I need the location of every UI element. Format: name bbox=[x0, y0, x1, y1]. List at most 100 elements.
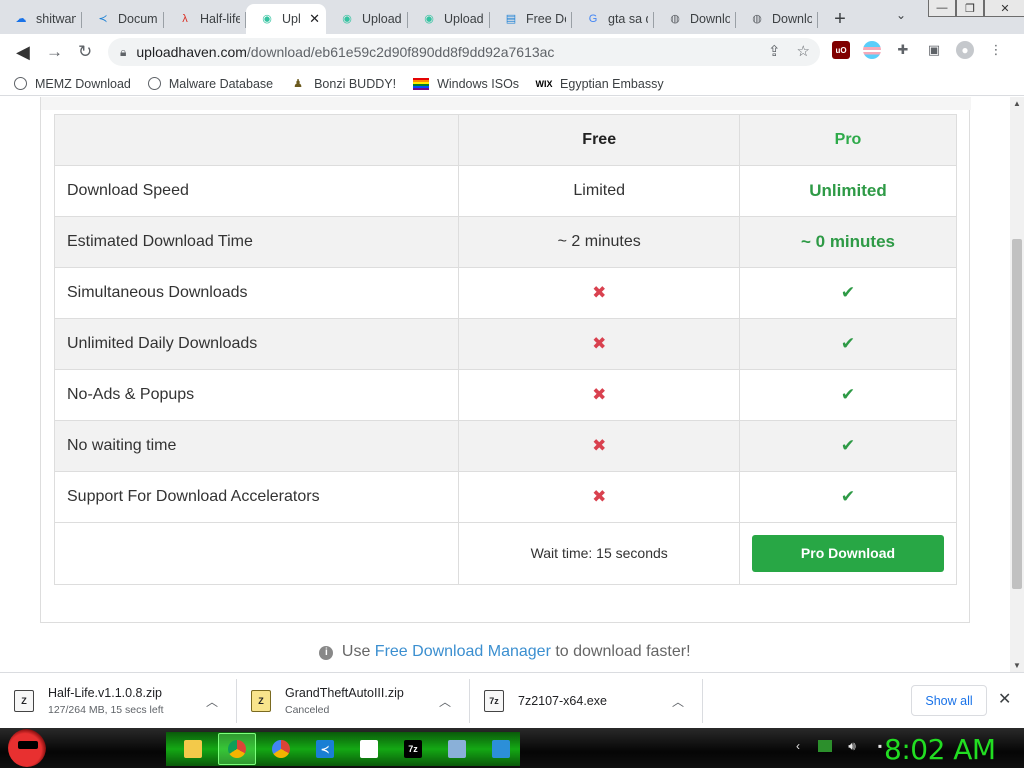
browser-tab[interactable]: ◉ Upload bbox=[326, 4, 408, 34]
volume-icon[interactable]: 🔊︎ bbox=[844, 738, 860, 754]
new-tab-button[interactable]: + bbox=[824, 4, 856, 34]
feature-name: No-Ads & Popups bbox=[53, 369, 460, 421]
trans-flag-extension-icon[interactable] bbox=[863, 41, 881, 59]
free-cell: ✖ bbox=[458, 471, 740, 523]
table-row: No waiting time ✖ ✔ bbox=[53, 420, 958, 472]
browser-tab[interactable]: Ggta sa d bbox=[572, 4, 654, 34]
reload-icon[interactable]: ↻ bbox=[78, 42, 92, 62]
chevron-up-icon[interactable]: ︿ bbox=[439, 693, 451, 710]
remote-desktop-icon[interactable] bbox=[482, 733, 520, 765]
page-scrollbar[interactable]: ▲ ▼ bbox=[1010, 97, 1024, 672]
minimize-button[interactable]: — bbox=[928, 0, 956, 17]
start-button-angry-bird-icon[interactable] bbox=[8, 729, 46, 767]
pro-cell: ✔ bbox=[738, 267, 958, 319]
browser-tab[interactable]: ◉ Upload bbox=[408, 4, 490, 34]
feature-name: Download Speed bbox=[53, 165, 460, 217]
rainbow-flag-icon bbox=[413, 77, 430, 90]
zip-file-icon: Z bbox=[14, 690, 34, 712]
free-cell: ✖ bbox=[458, 267, 740, 319]
bookmark-label: Egyptian Embassy bbox=[560, 76, 664, 91]
free-value: ~ 2 minutes bbox=[557, 233, 641, 250]
check-icon: ✔ bbox=[840, 283, 856, 302]
pro-value: ~ 0 minutes bbox=[800, 232, 895, 251]
tab-title: Downlo bbox=[772, 12, 812, 26]
cross-icon: ✖ bbox=[592, 283, 607, 302]
battery-icon[interactable] bbox=[818, 740, 832, 752]
extensions-area: uO ✚ ▣ ● ⋮ bbox=[832, 41, 1005, 59]
close-download-shelf-icon[interactable]: ✕ bbox=[998, 689, 1011, 709]
bookmarks-bar: MEMZ Download Malware Database ♟ Bonzi BUDD… bbox=[0, 72, 1024, 96]
lock-icon[interactable]: 🔒︎ bbox=[120, 45, 126, 60]
network-icon[interactable] bbox=[438, 733, 476, 765]
bookmark-item[interactable]: ♟ Bonzi BUDDY! bbox=[290, 76, 396, 92]
chevron-up-icon[interactable]: ︿ bbox=[206, 693, 218, 710]
cloud-upload-icon: ☁ bbox=[15, 12, 27, 25]
browser-tab[interactable]: ≺ Docum bbox=[82, 4, 164, 34]
tab-title: Downlo bbox=[690, 12, 730, 26]
show-all-button[interactable]: Show all bbox=[911, 685, 987, 716]
download-item[interactable]: Z GrandTheftAutoIII.zip Canceled ︿ bbox=[237, 679, 470, 723]
half-life-icon: λ bbox=[182, 12, 188, 25]
chevron-up-icon[interactable]: ︿ bbox=[672, 693, 684, 710]
pro-cell: ✔ bbox=[738, 369, 958, 421]
7zip-icon[interactable]: 7z bbox=[394, 733, 432, 765]
scroll-up-arrow-icon[interactable]: ▲ bbox=[1013, 99, 1021, 108]
wait-time-text: Wait time: 15 seconds bbox=[530, 544, 668, 561]
menu-kebab-icon[interactable]: ⋮ bbox=[987, 41, 1005, 59]
tab-search-chevron-icon[interactable]: ⌄ bbox=[896, 8, 906, 22]
download-item[interactable]: Z Half-Life.v1.1.0.8.zip 127/264 MB, 15 … bbox=[0, 679, 237, 723]
share-icon[interactable]: ⇪ bbox=[768, 42, 781, 60]
bonzi-icon: ♟ bbox=[293, 78, 304, 90]
scrollbar-thumb[interactable] bbox=[1012, 239, 1022, 589]
download-status: Canceled bbox=[285, 704, 330, 716]
chrome-canary-icon[interactable] bbox=[262, 733, 300, 765]
download-item[interactable]: 7z 7z2107-x64.exe ︿ bbox=[470, 679, 703, 723]
window-controls: — ❐ ✕ bbox=[928, 0, 1024, 17]
bookmark-item[interactable]: Windows ISOs bbox=[413, 77, 519, 91]
free-download-manager-link[interactable]: Free Download Manager bbox=[375, 643, 551, 660]
extensions-puzzle-icon[interactable]: ✚ bbox=[894, 41, 912, 59]
bookmark-item[interactable]: WIX Egyptian Embassy bbox=[536, 76, 664, 92]
bookmark-item[interactable]: Malware Database bbox=[147, 77, 273, 91]
pro-cell: ✔ bbox=[738, 471, 958, 523]
header-feature-cell bbox=[53, 114, 460, 166]
check-icon: ✔ bbox=[840, 436, 856, 455]
scroll-down-arrow-icon[interactable]: ▼ bbox=[1013, 661, 1021, 670]
tab-title: Half-life bbox=[200, 12, 240, 26]
browser-tab[interactable]: ☁ shitwan bbox=[0, 4, 82, 34]
globe-icon bbox=[14, 77, 27, 90]
chrome-icon[interactable] bbox=[217, 733, 257, 765]
close-window-button[interactable]: ✕ bbox=[984, 0, 1024, 17]
browser-tab[interactable]: ▤ Free Do bbox=[490, 4, 572, 34]
browser-tab[interactable]: ◍ Downlo bbox=[654, 4, 736, 34]
address-bar[interactable]: 🔒︎ uploadhaven.com/download/eb61e59c2d90… bbox=[108, 38, 820, 66]
ublock-origin-icon[interactable]: uO bbox=[832, 41, 850, 59]
back-button-icon[interactable]: ◀ bbox=[16, 42, 30, 62]
file-explorer-icon[interactable] bbox=[174, 733, 212, 765]
free-action-cell: Wait time: 15 seconds bbox=[458, 522, 740, 585]
free-cell: Limited bbox=[458, 165, 740, 217]
header-pro-label: Pro bbox=[834, 131, 862, 148]
bookmark-star-icon[interactable]: ☆ bbox=[797, 42, 810, 60]
profile-avatar-icon[interactable]: ● bbox=[956, 41, 974, 59]
forward-button-icon[interactable]: → bbox=[46, 42, 63, 62]
vscode-icon[interactable]: ≺ bbox=[306, 733, 344, 765]
browser-tab[interactable]: ◉ Upl ✕ bbox=[246, 4, 326, 34]
restore-button[interactable]: ❐ bbox=[956, 0, 984, 17]
tray-arrow-icon[interactable]: ‹ bbox=[790, 738, 806, 754]
bookmark-item[interactable]: MEMZ Download bbox=[14, 77, 131, 91]
close-tab-icon[interactable]: ✕ bbox=[309, 11, 320, 27]
free-cell: ~ 2 minutes bbox=[458, 216, 740, 268]
uploadhaven-icon: ◉ bbox=[262, 12, 272, 25]
cross-icon: ✖ bbox=[592, 385, 607, 404]
tab-title: Docum bbox=[118, 12, 158, 26]
notepad-icon[interactable] bbox=[350, 733, 388, 765]
feature-name: Support For Download Accelerators bbox=[53, 471, 460, 523]
browser-tab[interactable]: λ Half-life bbox=[164, 4, 246, 34]
download-filename: Half-Life.v1.1.0.8.zip bbox=[48, 686, 162, 700]
side-panel-icon[interactable]: ▣ bbox=[925, 41, 943, 59]
browser-tab[interactable]: ◍ Downlo bbox=[736, 4, 818, 34]
table-row: Unlimited Daily Downloads ✖ ✔ bbox=[53, 318, 958, 370]
pro-download-button[interactable]: Pro Download bbox=[751, 535, 944, 572]
taskbar-clock[interactable]: 8:02 AM bbox=[884, 733, 996, 766]
